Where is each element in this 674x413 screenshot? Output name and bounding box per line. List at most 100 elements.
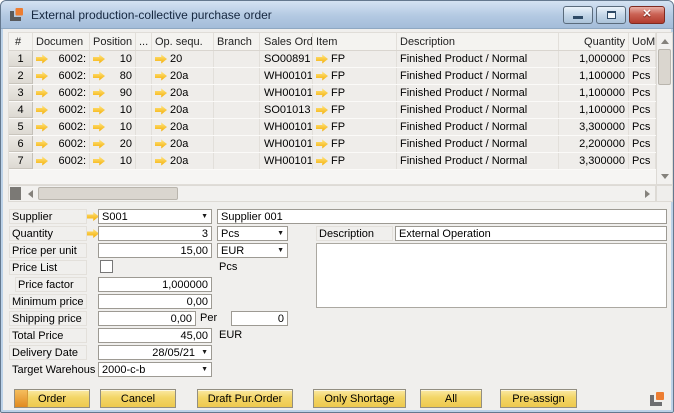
branch-cell bbox=[214, 136, 260, 152]
table-row[interactable]: 6 6002: 20 20a WH001014 FP Finished Prod… bbox=[9, 136, 656, 153]
table-row[interactable]: 5 6002: 10 20a WH001014 FP Finished Prod… bbox=[9, 119, 656, 136]
link-arrow-icon[interactable] bbox=[316, 140, 328, 149]
column-header[interactable]: Documen bbox=[33, 33, 90, 50]
link-arrow-icon[interactable] bbox=[36, 72, 48, 81]
cancel-button[interactable]: Cancel bbox=[100, 389, 176, 408]
per-input[interactable]: 0 bbox=[231, 311, 288, 326]
shipping-price-input[interactable]: 0,00 bbox=[98, 311, 196, 326]
link-arrow-icon[interactable] bbox=[36, 140, 48, 149]
description-input[interactable]: External Operation bbox=[395, 226, 667, 241]
link-arrow-icon[interactable] bbox=[316, 55, 328, 64]
table-row[interactable]: 2 6002: 80 20a WH001012 FP Finished Prod… bbox=[9, 68, 656, 85]
close-button[interactable]: ✕ bbox=[629, 6, 665, 24]
horizontal-scroll-thumb[interactable] bbox=[38, 187, 178, 200]
table-row[interactable]: 7 6002: 10 20a WH001015 FP Finished Prod… bbox=[9, 153, 656, 170]
scroll-right-button[interactable] bbox=[639, 186, 655, 201]
scroll-down-button[interactable] bbox=[657, 168, 672, 184]
horizontal-scrollbar[interactable] bbox=[8, 185, 656, 202]
sales-order-cell: SO00891 bbox=[260, 51, 313, 67]
row-number[interactable]: 4 bbox=[9, 102, 33, 118]
row-number[interactable]: 1 bbox=[9, 51, 33, 67]
link-arrow-icon[interactable] bbox=[93, 89, 105, 98]
branch-cell bbox=[214, 102, 260, 118]
total-price-input[interactable]: 45,00 bbox=[98, 328, 212, 343]
dots-cell bbox=[136, 102, 152, 118]
link-arrow-icon[interactable] bbox=[93, 157, 105, 166]
row-number[interactable]: 2 bbox=[9, 68, 33, 84]
vertical-scrollbar[interactable] bbox=[656, 32, 673, 185]
scrollbar-corner bbox=[656, 185, 673, 202]
row-number[interactable]: 3 bbox=[9, 85, 33, 101]
minimum-price-input[interactable]: 0,00 bbox=[98, 294, 212, 309]
column-header[interactable]: UoM bbox=[629, 33, 656, 50]
column-header[interactable]: Branch bbox=[214, 33, 260, 50]
link-arrow-icon[interactable] bbox=[155, 123, 167, 132]
pre-assign-button[interactable]: Pre-assign bbox=[500, 389, 577, 408]
link-arrow-icon[interactable] bbox=[93, 140, 105, 149]
link-arrow-icon[interactable] bbox=[36, 106, 48, 115]
target-warehouse-dropdown[interactable]: 2000-c-b▼ bbox=[98, 362, 212, 377]
table-row[interactable]: 4 6002: 10 20a SO01013 FP Finished Produ… bbox=[9, 102, 656, 119]
column-header[interactable]: # bbox=[9, 33, 33, 50]
dots-cell bbox=[136, 68, 152, 84]
column-header[interactable]: Position bbox=[90, 33, 136, 50]
link-arrow-icon[interactable] bbox=[155, 106, 167, 115]
column-header[interactable]: Item bbox=[313, 33, 397, 50]
link-arrow-icon[interactable] bbox=[316, 157, 328, 166]
price-list-checkbox[interactable] bbox=[100, 260, 113, 273]
table-row[interactable]: 3 6002: 90 20a WH001012 FP Finished Prod… bbox=[9, 85, 656, 102]
position-cell: 90 bbox=[120, 87, 132, 99]
description-cell: Finished Product / Normal bbox=[397, 102, 559, 118]
delivery-date-picker[interactable]: 28/05/21▼ bbox=[98, 345, 212, 360]
currency-dropdown[interactable]: EUR▼ bbox=[217, 243, 288, 258]
order-lines-table: # Documen Position ... Op. sequ. Branch … bbox=[8, 32, 656, 185]
link-arrow-icon[interactable] bbox=[316, 89, 328, 98]
sales-order-cell: SO01013 bbox=[260, 102, 313, 118]
column-header[interactable]: ... bbox=[136, 33, 152, 50]
supplier-dropdown[interactable]: S001▼ bbox=[98, 209, 212, 224]
draft-pur-order-button[interactable]: Draft Pur.Order bbox=[197, 389, 293, 408]
all-button[interactable]: All bbox=[420, 389, 482, 408]
link-arrow-icon[interactable] bbox=[36, 55, 48, 64]
link-arrow-icon[interactable] bbox=[316, 106, 328, 115]
column-splitter[interactable] bbox=[10, 187, 21, 200]
table-row[interactable]: 1 6002: 10 20 SO00891 FP Finished Produc… bbox=[9, 51, 656, 68]
link-arrow-icon[interactable] bbox=[93, 72, 105, 81]
link-arrow-icon[interactable] bbox=[155, 72, 167, 81]
vertical-scroll-thumb[interactable] bbox=[658, 49, 671, 85]
link-arrow-icon[interactable] bbox=[155, 140, 167, 149]
link-arrow-icon[interactable] bbox=[36, 123, 48, 132]
link-arrow-icon[interactable] bbox=[155, 55, 167, 64]
titlebar[interactable]: External production-collective purchase … bbox=[1, 1, 673, 29]
link-arrow-icon[interactable] bbox=[93, 123, 105, 132]
row-number[interactable]: 7 bbox=[9, 153, 33, 169]
order-button[interactable]: Order bbox=[14, 389, 90, 408]
quantity-uom-dropdown[interactable]: Pcs▼ bbox=[217, 226, 288, 241]
supplier-name-field[interactable]: Supplier 001 bbox=[217, 209, 667, 224]
notes-textarea[interactable] bbox=[316, 243, 667, 308]
column-header[interactable]: Op. sequ. bbox=[152, 33, 214, 50]
column-header[interactable]: Quantity bbox=[559, 33, 629, 50]
only-shortage-button[interactable]: Only Shortage bbox=[313, 389, 406, 408]
scroll-up-button[interactable] bbox=[657, 33, 672, 49]
link-arrow-icon[interactable] bbox=[155, 157, 167, 166]
quantity-input[interactable]: 3 bbox=[98, 226, 212, 241]
minimize-button[interactable] bbox=[563, 6, 593, 24]
link-arrow-icon[interactable] bbox=[155, 89, 167, 98]
link-arrow-icon[interactable] bbox=[93, 55, 105, 64]
link-arrow-icon[interactable] bbox=[316, 72, 328, 81]
link-arrow-icon[interactable] bbox=[316, 123, 328, 132]
column-header[interactable]: Description bbox=[397, 33, 559, 50]
row-number[interactable]: 5 bbox=[9, 119, 33, 135]
resize-grip-icon[interactable] bbox=[649, 391, 665, 407]
maximize-button[interactable] bbox=[596, 6, 626, 24]
link-arrow-icon[interactable] bbox=[36, 89, 48, 98]
delivery-date-value: 28/05/21 bbox=[152, 347, 195, 359]
column-header[interactable]: Sales Order bbox=[260, 33, 313, 50]
link-arrow-icon[interactable] bbox=[93, 106, 105, 115]
scroll-left-button[interactable] bbox=[22, 186, 38, 201]
price-per-unit-input[interactable]: 15,00 bbox=[98, 243, 212, 258]
link-arrow-icon[interactable] bbox=[36, 157, 48, 166]
price-factor-input[interactable]: 1,000000 bbox=[98, 277, 212, 292]
row-number[interactable]: 6 bbox=[9, 136, 33, 152]
